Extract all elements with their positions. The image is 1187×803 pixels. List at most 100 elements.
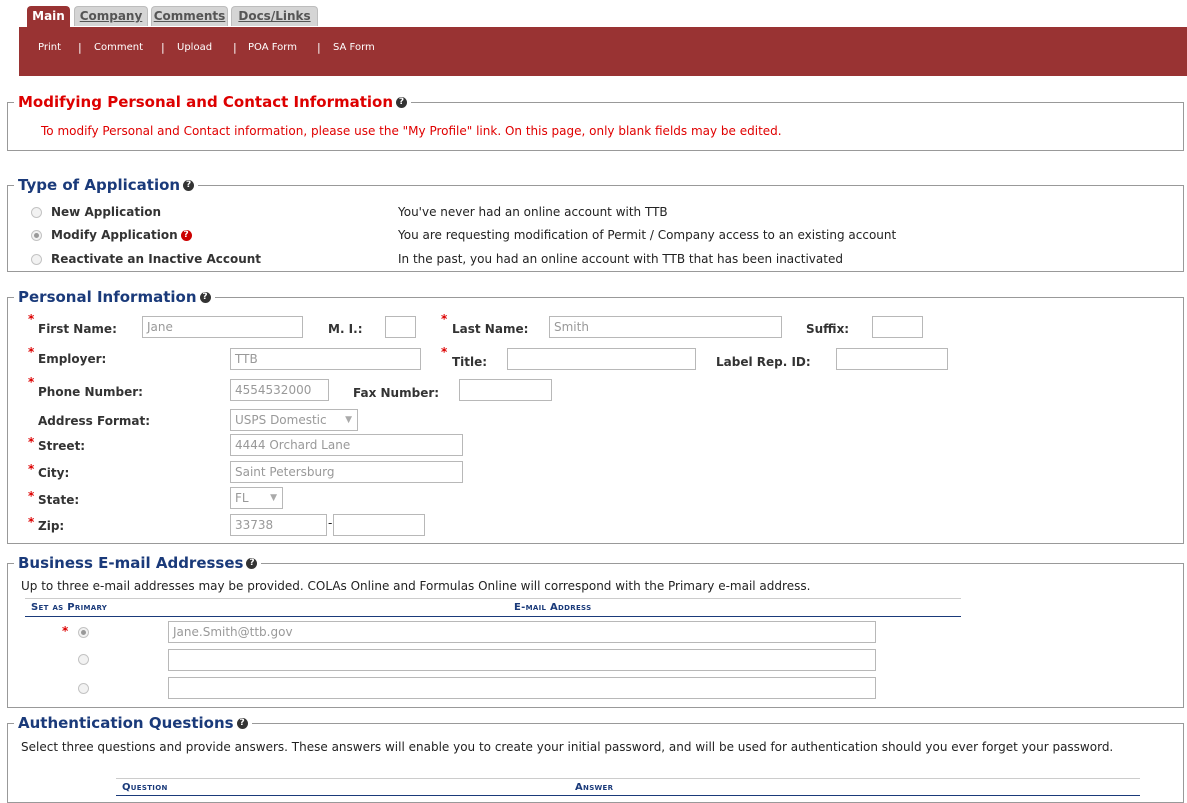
primary-email-radio-3[interactable] [78, 683, 89, 694]
address-format-label: Address Format: [38, 414, 150, 428]
email-title: Business E-mail Addresses [18, 554, 244, 572]
new-application-label: New Application [51, 205, 161, 219]
required-marker: * [28, 312, 35, 326]
fax-number-input[interactable] [459, 379, 552, 401]
help-circle-icon[interactable]: ? [396, 97, 408, 108]
new-application-description: You've never had an online account with … [398, 205, 668, 219]
email-address-column-header: E-mail Address [514, 602, 592, 613]
print-link[interactable]: Print [38, 42, 61, 53]
title-label: Title: [452, 355, 488, 369]
email-input-1[interactable]: Jane.Smith@ttb.gov [168, 621, 876, 643]
set-primary-column-header: Set as Primary [31, 602, 108, 613]
zip-extension-input[interactable] [333, 514, 425, 536]
modify-info-title: Modifying Personal and Contact Informati… [18, 93, 394, 111]
personal-info-heading: Personal Information? [14, 288, 215, 306]
chevron-down-icon: ▼ [345, 415, 352, 425]
modify-application-label: Modify Application? [51, 228, 192, 242]
required-marker: * [441, 312, 448, 326]
modify-info-message: To modify Personal and Contact informati… [41, 124, 782, 138]
primary-email-radio-2[interactable] [78, 654, 89, 665]
last-name-label: Last Name: [452, 322, 529, 336]
street-label: Street: [38, 439, 86, 453]
table-divider [116, 778, 1140, 779]
email-input-2[interactable] [168, 649, 876, 671]
application-type-title: Type of Application [18, 176, 181, 194]
state-select[interactable]: FL ▼ [230, 487, 283, 509]
modify-application-text: Modify Application [51, 228, 178, 242]
chevron-down-icon: ▼ [270, 493, 277, 503]
label-rep-id-label: Label Rep. ID: [716, 355, 811, 369]
city-label: City: [38, 466, 70, 480]
title-input[interactable] [507, 348, 696, 370]
first-name-label: First Name: [38, 322, 117, 336]
help-circle-icon[interactable]: ? [246, 558, 258, 569]
employer-input[interactable]: TTB [230, 348, 421, 370]
phone-number-label: Phone Number: [38, 385, 143, 399]
nav-separator: | [78, 41, 82, 54]
upload-link[interactable]: Upload [177, 42, 212, 53]
help-circle-icon[interactable]: ? [180, 230, 192, 241]
reactivate-account-description: In the past, you had an online account w… [398, 252, 843, 266]
nav-separator: | [161, 41, 165, 54]
street-input[interactable]: 4444 Orchard Lane [230, 434, 463, 456]
required-marker: * [62, 624, 69, 638]
table-header-divider [116, 795, 1140, 796]
tab-docs-links[interactable]: Docs/Links [231, 6, 318, 26]
required-marker: * [28, 435, 35, 449]
middle-initial-input[interactable] [385, 316, 416, 338]
modify-info-heading: Modifying Personal and Contact Informati… [14, 93, 412, 111]
address-format-select[interactable]: USPS Domestic ▼ [230, 409, 358, 431]
modify-application-description: You are requesting modification of Permi… [398, 228, 897, 242]
label-rep-id-input[interactable] [836, 348, 948, 370]
middle-initial-label: M. I.: [328, 322, 363, 336]
poa-form-link[interactable]: POA Form [248, 42, 297, 53]
required-marker: * [28, 515, 35, 529]
table-header-divider [25, 616, 961, 617]
table-divider [25, 598, 961, 599]
required-marker: * [28, 462, 35, 476]
primary-email-radio-1[interactable] [78, 627, 89, 638]
employer-label: Employer: [38, 352, 107, 366]
auth-intro: Select three questions and provide answe… [21, 740, 1114, 754]
reactivate-account-radio[interactable] [31, 254, 42, 265]
state-label: State: [38, 493, 80, 507]
required-marker: * [28, 375, 35, 389]
required-marker: * [28, 489, 35, 503]
new-application-radio[interactable] [31, 207, 42, 218]
question-column-header: Question [122, 782, 168, 793]
answer-column-header: Answer [575, 782, 614, 793]
sa-form-link[interactable]: SA Form [333, 42, 375, 53]
zip-input[interactable]: 33738 [230, 514, 327, 536]
required-marker: * [28, 345, 35, 359]
reactivate-account-label: Reactivate an Inactive Account [51, 252, 262, 266]
zip-separator: - [328, 516, 333, 530]
email-input-3[interactable] [168, 677, 876, 699]
auth-title: Authentication Questions [18, 714, 234, 732]
tab-comments[interactable]: Comments [151, 6, 228, 26]
help-circle-icon[interactable]: ? [199, 292, 211, 303]
state-value: FL [235, 491, 249, 505]
tab-company[interactable]: Company [74, 6, 148, 26]
phone-number-input[interactable]: 4554532000 [230, 379, 329, 401]
suffix-label: Suffix: [806, 322, 850, 336]
email-intro: Up to three e-mail addresses may be prov… [21, 579, 811, 593]
application-type-heading: Type of Application? [14, 176, 199, 194]
email-heading: Business E-mail Addresses? [14, 554, 262, 572]
comment-link[interactable]: Comment [94, 42, 143, 53]
auth-heading: Authentication Questions? [14, 714, 252, 732]
fax-number-label: Fax Number: [353, 386, 440, 400]
help-circle-icon[interactable]: ? [183, 180, 195, 191]
last-name-input[interactable]: Smith [549, 316, 782, 338]
suffix-input[interactable] [872, 316, 923, 338]
help-circle-icon[interactable]: ? [236, 718, 248, 729]
nav-separator: | [233, 41, 237, 54]
tab-main[interactable]: Main [27, 6, 70, 28]
address-format-value: USPS Domestic [235, 413, 327, 427]
city-input[interactable]: Saint Petersburg [230, 461, 463, 483]
personal-info-title: Personal Information [18, 288, 197, 306]
required-marker: * [441, 345, 448, 359]
modify-application-radio[interactable] [31, 230, 42, 241]
nav-separator: | [317, 41, 321, 54]
first-name-input[interactable]: Jane [142, 316, 303, 338]
zip-label: Zip: [38, 519, 65, 533]
